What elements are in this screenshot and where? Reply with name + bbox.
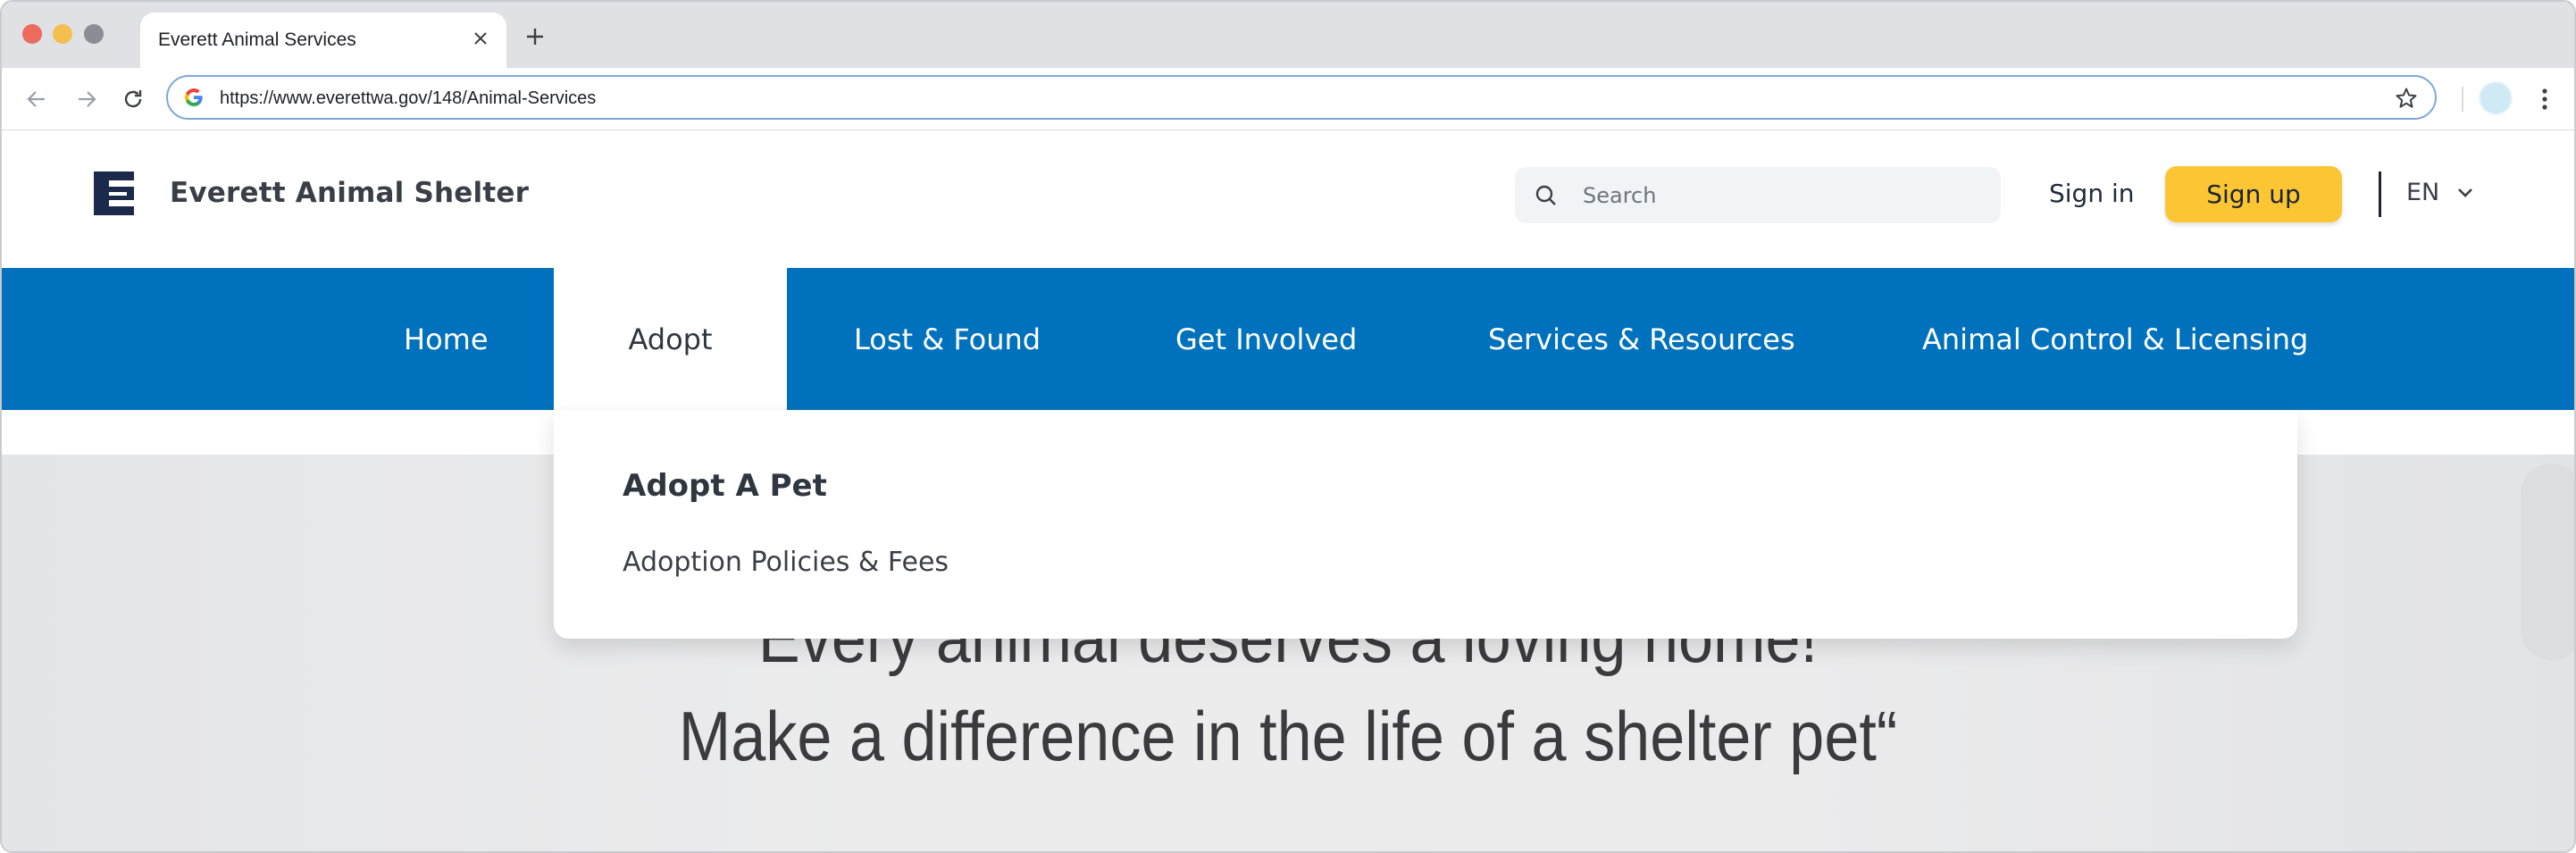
bookmark-star-icon[interactable]	[2394, 86, 2419, 111]
browser-menu-icon[interactable]	[2531, 84, 2558, 114]
reload-icon[interactable]	[118, 84, 148, 114]
browser-tab-active[interactable]: Everett Animal Services	[140, 13, 506, 68]
tab-strip: Everett Animal Services	[2, 2, 2574, 68]
profile-avatar[interactable]	[2479, 81, 2513, 115]
search-icon	[1535, 184, 1558, 207]
nav-item-home[interactable]: Home	[404, 268, 489, 410]
nav-item-get-involved[interactable]: Get Involved	[1175, 268, 1357, 410]
dropdown-item-adopt-a-pet[interactable]: Adopt A Pet	[623, 468, 827, 504]
language-selector[interactable]: EN	[2406, 179, 2439, 206]
toolbar-divider	[2462, 87, 2463, 112]
address-bar[interactable]: https://www.everettwa.gov/148/Animal-Ser…	[166, 75, 2437, 120]
forward-arrow-icon[interactable]	[71, 84, 102, 114]
search-input[interactable]	[1583, 167, 1976, 223]
maximize-window-button[interactable]	[84, 24, 104, 44]
tab-title: Everett Animal Services	[158, 29, 356, 50]
browser-toolbar: https://www.everettwa.gov/148/Animal-Ser…	[2, 68, 2574, 130]
dropdown-item-adoption-policies[interactable]: Adoption Policies & Fees	[623, 547, 949, 578]
back-arrow-icon[interactable]	[21, 84, 52, 114]
tab-close-icon[interactable]	[467, 25, 494, 52]
minimize-window-button[interactable]	[53, 24, 72, 44]
nav-item-animal-control[interactable]: Animal Control & Licensing	[1922, 268, 2308, 410]
new-tab-icon[interactable]	[522, 23, 548, 50]
main-navigation: Home Adopt Lost & Found Get Involved Ser…	[2, 268, 2574, 410]
nav-item-adopt[interactable]: Adopt	[554, 268, 787, 410]
hero-heading-line-2: Make a difference in the life of a shelt…	[678, 697, 1898, 775]
site-search[interactable]	[1515, 167, 2001, 223]
header-divider	[2379, 171, 2381, 217]
adopt-dropdown-menu: Adopt A Pet Adoption Policies & Fees	[554, 410, 2297, 639]
site-header: Everett Animal Shelter Sign in Sign up E…	[2, 131, 2574, 268]
sign-up-button[interactable]: Sign up	[2165, 166, 2342, 222]
url-text: https://www.everettwa.gov/148/Animal-Ser…	[220, 88, 597, 108]
nav-item-services-resources[interactable]: Services & Resources	[1488, 268, 1795, 410]
hero-background-shape	[2521, 464, 2574, 660]
site-name[interactable]: Everett Animal Shelter	[170, 177, 529, 209]
nav-item-lost-found[interactable]: Lost & Found	[854, 268, 1041, 410]
chevron-down-icon[interactable]	[2454, 181, 2477, 205]
sign-in-link[interactable]: Sign in	[2049, 179, 2135, 208]
shelter-logo-icon[interactable]	[94, 171, 134, 215]
close-window-button[interactable]	[22, 24, 42, 44]
google-g-icon	[183, 87, 205, 108]
browser-window: Everett Animal Services https://www.ever…	[0, 0, 2576, 853]
